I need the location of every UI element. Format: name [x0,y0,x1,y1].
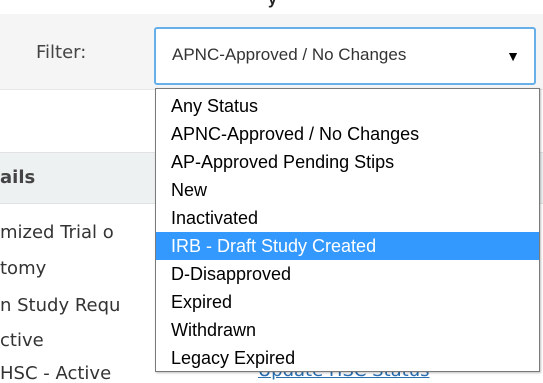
filter-label: Filter: [36,42,87,63]
page: y Filter: APNC-Approved / No Changes ▼ a… [0,0,543,383]
status-option-ap-pending-stips[interactable]: AP-Approved Pending Stips [156,148,539,176]
status-option-new[interactable]: New [156,176,539,204]
hsc-status-text: HSC - Active [0,363,112,383]
partial-heading-text: y [268,0,277,9]
status-option-irb-draft-study-created[interactable]: IRB - Draft Study Created [156,232,539,260]
status-option-withdrawn[interactable]: Withdrawn [156,316,539,344]
status-filter-dropdown: Any Status APNC-Approved / No Changes AP… [155,88,540,372]
study-request-text: n Study Requ [0,295,121,316]
study-status-text: ctive [0,330,44,351]
status-option-any-status[interactable]: Any Status [156,92,539,120]
status-option-inactivated[interactable]: Inactivated [156,204,539,232]
status-option-expired[interactable]: Expired [156,288,539,316]
status-option-legacy-expired[interactable]: Legacy Expired [156,344,539,372]
chevron-down-icon[interactable]: ▼ [506,48,520,64]
status-option-disapproved[interactable]: D-Disapproved [156,260,539,288]
status-filter-select[interactable]: APNC-Approved / No Changes ▼ [154,27,536,85]
status-filter-selected-value: APNC-Approved / No Changes [172,45,407,64]
status-option-apnc[interactable]: APNC-Approved / No Changes [156,120,539,148]
details-header-text: ails [0,167,36,188]
study-type-text: tomy [0,258,47,279]
filter-bar: Filter: APNC-Approved / No Changes ▼ [0,14,543,90]
study-title-text: mized Trial o [0,222,114,243]
